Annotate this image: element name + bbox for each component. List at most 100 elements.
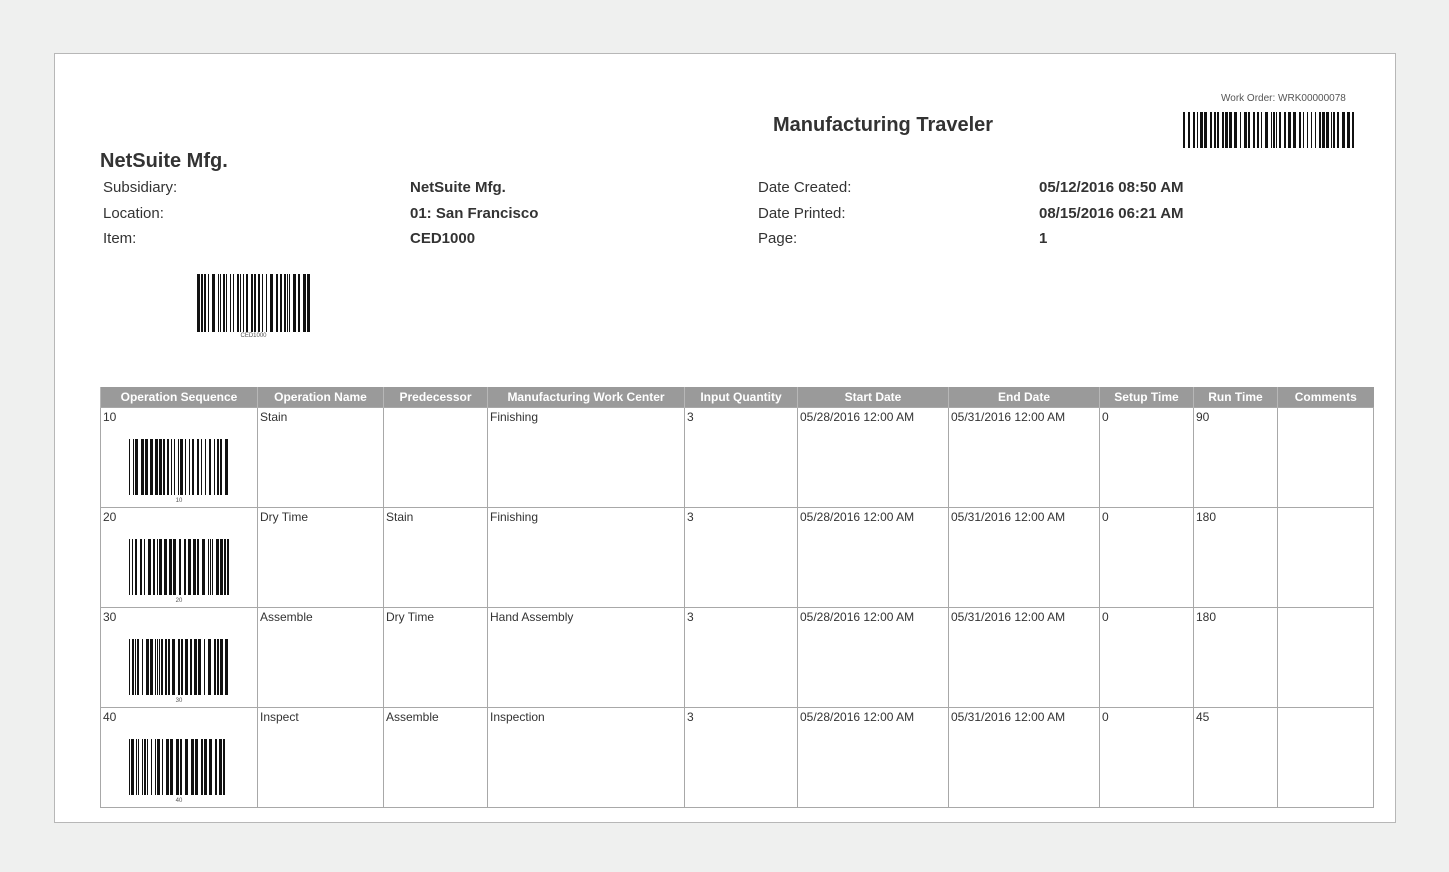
date-printed-value: 08/15/2016 06:21 AM [1039,205,1184,222]
barcode-bar [135,639,136,695]
barcode-bar [157,639,158,695]
barcode-bar [141,439,144,495]
operation-sequence: 20 [103,510,117,524]
barcode-bar [136,739,137,795]
barcode-bar [1315,112,1316,148]
column-header: Input Quantity [684,387,798,408]
setup-time: 0 [1099,407,1194,508]
barcode-bar [150,439,153,495]
barcode-bar [169,539,172,595]
page-value: 1 [1039,230,1048,247]
sequence-barcode [129,539,229,595]
barcode-bar [220,639,223,695]
barcode-bar [217,439,219,495]
barcode-bar [167,439,169,495]
barcode-bar [193,539,196,595]
work-center: Inspection [487,707,685,808]
page-label: Page: [758,230,798,247]
barcode-bar [1261,112,1262,148]
column-header: Operation Sequence [100,387,258,408]
setup-time: 0 [1099,607,1194,708]
barcode-bar [298,274,300,332]
barcode-bar [1337,112,1339,148]
barcode-bar [171,439,172,495]
barcode-bar [179,539,181,595]
barcode-bar [254,274,256,332]
operation-name: Stain [257,407,384,508]
barcode-bar [201,439,202,495]
barcode-bar [174,439,175,495]
input-quantity: 3 [684,707,798,808]
barcode-bar [185,739,188,795]
barcode-bar [1288,112,1291,148]
barcode-bar [214,639,216,695]
barcode-bar [224,539,226,595]
document-page: Manufacturing Traveler Work Order: WRK00… [54,53,1396,823]
barcode-bar [209,739,212,795]
barcode-bar [195,739,198,795]
barcode-bar [204,274,206,332]
barcode-bar [204,639,205,695]
location-label: Location: [103,205,164,222]
operation-name: Dry Time [257,507,384,608]
work-order-barcode [1183,112,1354,148]
barcode-bar [230,274,231,332]
operation-sequence: 30 [103,610,117,624]
setup-time: 0 [1099,707,1194,808]
barcode-bar [181,639,183,695]
barcode-bar [146,639,149,695]
barcode-bar [243,274,244,332]
barcode-bar [276,274,278,332]
item-value: CED1000 [410,230,476,247]
barcode-bar [220,539,223,595]
operations-table: Operation Sequence Operation Name Predec… [100,387,1374,808]
barcode-bar [1276,112,1277,148]
barcode-bar [1326,112,1329,148]
barcode-bar [137,639,139,695]
column-header: Start Date [797,387,949,408]
barcode-bar [202,539,205,595]
barcode-bar [147,739,148,795]
barcode-bar [1253,112,1255,148]
barcode-bar [145,439,148,495]
barcode-bar [225,639,228,695]
date-printed-label: Date Printed: [758,205,846,222]
end-date: 05/31/2016 12:00 AM [948,507,1100,608]
column-header: Comments [1277,387,1374,408]
barcode-bar [1311,112,1312,148]
barcode-bar [166,739,169,795]
run-time: 180 [1193,607,1278,708]
barcode-bar [180,439,183,495]
barcode-bar [194,639,197,695]
barcode-bar [164,539,167,595]
end-date: 05/31/2016 12:00 AM [948,607,1100,708]
comments [1277,507,1374,608]
barcode-bar [209,439,211,495]
barcode-bar [1284,112,1286,148]
barcode-bar [289,274,290,332]
column-header: Predecessor [383,387,488,408]
barcode-bar [180,739,182,795]
work-center: Finishing [487,407,685,508]
sequence-barcode [129,739,225,795]
input-quantity: 3 [684,507,798,608]
barcode-bar [161,639,163,695]
table-header-row: Operation Sequence Operation Name Predec… [100,387,1374,408]
end-date: 05/31/2016 12:00 AM [948,707,1100,808]
barcode-bar [307,274,310,332]
table-row: 20 20 Dry Time Stain Finishing 3 05/28/2… [100,507,1374,608]
barcode-bar [151,739,152,795]
input-quantity: 3 [684,607,798,708]
barcode-bar [237,274,239,332]
barcode-bar [204,739,207,795]
barcode-bar [216,539,219,595]
barcode-bar [157,539,158,595]
date-created-value: 05/12/2016 08:50 AM [1039,179,1184,196]
barcode-bar [1333,112,1335,148]
barcode-bar [223,739,225,795]
barcode-bar [144,539,145,595]
barcode-bar [201,739,203,795]
sequence-barcode-text: 10 [175,498,183,504]
barcode-bar [1188,112,1190,148]
sequence-barcode [129,639,228,695]
